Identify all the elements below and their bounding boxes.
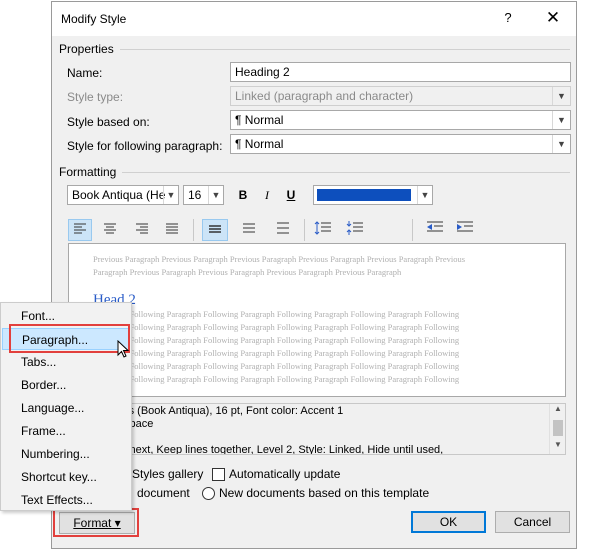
underline-button[interactable]: U [280, 184, 302, 206]
menu-item-language[interactable]: Language... [2, 397, 130, 419]
one-half-spacing-button[interactable] [236, 219, 262, 241]
preview-following-line: Paragraph Following Paragraph Following … [93, 374, 460, 384]
properties-divider [120, 49, 570, 50]
auto-update-label: Automatically update [229, 467, 341, 481]
mouse-pointer-icon [117, 340, 130, 358]
properties-heading: Properties [59, 42, 114, 56]
style-description: lt) +Headings (Book Antiqua), 16 pt, Fon… [68, 403, 566, 455]
new-documents-radio[interactable] [202, 487, 215, 500]
decrease-spacing-button[interactable] [342, 219, 368, 241]
chevron-down-icon[interactable]: ▼ [552, 135, 570, 153]
menu-item-shortcut-key[interactable]: Shortcut key... [2, 466, 130, 488]
decrease-indent-icon [427, 221, 443, 232]
scroll-down-icon[interactable]: ▼ [550, 440, 565, 454]
preview-following-line: Paragraph Following Paragraph Following … [93, 335, 460, 345]
auto-update-checkbox[interactable] [212, 468, 225, 481]
following-value: ¶ Normal [235, 137, 284, 151]
ok-button[interactable]: OK [411, 511, 486, 533]
increase-indent-icon [457, 221, 473, 232]
bold-button[interactable]: B [232, 184, 254, 206]
font-name-dropdown[interactable]: Book Antiqua (He ▼ [67, 185, 179, 205]
preview-following-line: Paragraph Following Paragraph Following … [93, 361, 460, 371]
double-spacing-button[interactable] [270, 219, 296, 241]
font-color-swatch [317, 189, 411, 201]
menu-item-text-effects[interactable]: Text Effects... [2, 489, 130, 511]
based-on-value: ¶ Normal [235, 113, 284, 127]
style-type-label: Style type: [67, 90, 124, 104]
space-after-icon [346, 221, 363, 235]
title-bar: Modify Style ? ✕ [52, 2, 576, 36]
justify-icon [166, 223, 178, 234]
justify-button[interactable] [160, 219, 184, 241]
menu-item-numbering[interactable]: Numbering... [2, 443, 130, 465]
paragraph-item-highlight [9, 324, 130, 353]
font-name-value: Book Antiqua (He [72, 188, 166, 202]
style-preview: Previous Paragraph Previous Paragraph Pr… [68, 243, 566, 397]
following-dropdown[interactable]: ¶ Normal ▼ [230, 134, 571, 154]
preview-following-line: Paragraph Following Paragraph Following … [93, 309, 460, 319]
font-size-value: 16 [188, 188, 202, 202]
menu-item-frame[interactable]: Frame... [2, 420, 130, 442]
chevron-down-icon[interactable]: ▼ [552, 111, 570, 129]
preview-following-line: Paragraph Following Paragraph Following … [93, 322, 460, 332]
space-before-icon [314, 221, 331, 235]
name-input[interactable]: Heading 2 [230, 62, 571, 82]
align-center-button[interactable] [98, 219, 122, 241]
preview-previous-line: Paragraph Previous Paragraph Previous Pa… [93, 267, 402, 277]
double-spacing-icon [277, 222, 289, 234]
single-spacing-icon [209, 225, 221, 233]
align-left-icon [74, 223, 86, 234]
based-on-dropdown[interactable]: ¶ Normal ▼ [230, 110, 571, 130]
close-button[interactable]: ✕ [542, 8, 564, 28]
font-size-dropdown[interactable]: 16 ▼ [183, 185, 224, 205]
font-color-dropdown[interactable]: ▼ [313, 185, 433, 205]
chevron-down-icon[interactable]: ▼ [163, 186, 178, 204]
italic-button[interactable]: I [256, 184, 278, 206]
toolbar-separator [304, 219, 305, 241]
scroll-up-icon[interactable]: ▲ [550, 404, 565, 418]
name-label: Name: [67, 66, 103, 80]
style-type-dropdown: Linked (paragraph and character) ▼ [230, 86, 571, 106]
toolbar-separator [193, 219, 194, 241]
toolbar-separator [412, 219, 413, 241]
menu-item-border[interactable]: Border... [2, 374, 130, 396]
chevron-down-icon: ▼ [552, 87, 570, 105]
increase-indent-button[interactable] [452, 219, 478, 241]
dialog-title: Modify Style [61, 12, 127, 26]
style-type-value: Linked (paragraph and character) [235, 89, 414, 103]
align-right-icon [136, 223, 148, 234]
increase-spacing-button[interactable] [310, 219, 336, 241]
description-scrollbar[interactable]: ▲ ▼ [549, 404, 565, 454]
following-label: Style for following paragraph: [67, 139, 223, 153]
cancel-button[interactable]: Cancel [495, 511, 570, 533]
chevron-down-icon[interactable]: ▼ [208, 186, 223, 204]
align-center-icon [104, 223, 116, 234]
formatting-heading: Formatting [59, 165, 117, 179]
preview-previous-line: Previous Paragraph Previous Paragraph Pr… [93, 254, 466, 264]
align-left-button[interactable] [68, 219, 92, 241]
add-to-gallery-label: Styles gallery [132, 467, 204, 481]
scroll-thumb[interactable] [553, 420, 563, 436]
one-half-spacing-icon [243, 223, 255, 233]
formatting-divider [122, 172, 570, 173]
format-button-highlight [53, 508, 139, 537]
single-spacing-button[interactable] [202, 219, 228, 241]
only-this-document-label: document [137, 486, 190, 500]
decrease-indent-button[interactable] [422, 219, 448, 241]
align-right-button[interactable] [130, 219, 154, 241]
preview-following-line: Paragraph Following Paragraph Following … [93, 348, 460, 358]
chevron-down-icon[interactable]: ▼ [417, 186, 432, 204]
new-documents-label: New documents based on this template [219, 486, 430, 500]
help-button[interactable]: ? [498, 10, 518, 28]
based-on-label: Style based on: [67, 115, 150, 129]
menu-item-tabs[interactable]: Tabs... [2, 351, 130, 373]
